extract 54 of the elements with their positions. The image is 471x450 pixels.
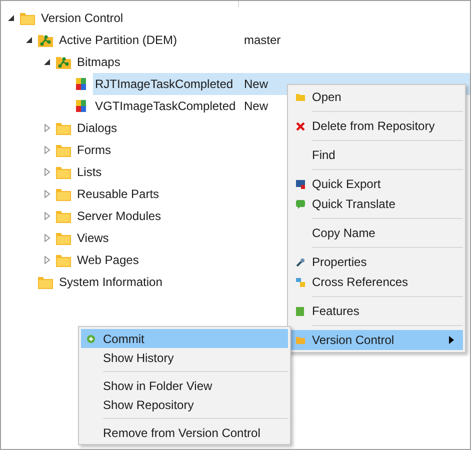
menu-item[interactable]: Cross References	[290, 272, 463, 292]
tree-item[interactable]: VGTImageTaskCompleted	[95, 99, 244, 113]
menu-item[interactable]: Quick Export	[290, 174, 463, 194]
tree-item[interactable]: Forms	[77, 143, 244, 157]
folder-icon	[55, 208, 72, 224]
folder-icon	[19, 10, 36, 26]
expander-icon[interactable]	[7, 14, 15, 22]
menu-item[interactable]: Delete from Repository	[290, 116, 463, 136]
speech-bubble-icon	[296, 200, 304, 208]
menu-item[interactable]: Commit	[81, 329, 288, 348]
tree-item[interactable]: System Information	[59, 275, 244, 289]
menu-item[interactable]: Show History	[81, 348, 288, 367]
monitor-icon	[296, 180, 304, 188]
folder-icon	[55, 54, 72, 70]
folder-icon	[55, 186, 72, 202]
tree-item[interactable]: Dialogs	[77, 121, 244, 135]
tree-item[interactable]: Server Modules	[77, 209, 244, 223]
menu-item[interactable]: Copy Name	[290, 223, 463, 243]
submenu-arrow-icon	[449, 336, 454, 344]
wrench-icon	[296, 258, 304, 266]
folder-icon	[55, 164, 72, 180]
status-cell-text: New	[244, 99, 270, 113]
expander-icon[interactable]	[25, 36, 33, 44]
tree-item[interactable]: RJTImageTaskCompleted	[95, 77, 244, 91]
folder-icon	[296, 93, 304, 101]
tree-item[interactable]: Web Pages	[77, 253, 244, 267]
references-icon	[296, 278, 304, 286]
folder-icon	[55, 230, 72, 246]
menu-item[interactable]: Find	[290, 145, 463, 165]
menu-item[interactable]: Quick Translate	[290, 194, 463, 214]
folder-icon	[37, 32, 54, 48]
folder-icon	[37, 274, 54, 290]
menu-item[interactable]: Version Control	[290, 330, 463, 350]
expander-icon[interactable]	[43, 58, 51, 66]
status-cell-text: New	[244, 77, 270, 91]
delete-icon	[296, 122, 304, 130]
tree-item[interactable]: Active Partition (DEM)	[59, 33, 244, 47]
menu-item[interactable]: Remove from Version Control	[81, 423, 288, 442]
menu-item[interactable]: Show Repository	[81, 395, 288, 414]
menu-item[interactable]: Show in Folder View	[81, 376, 288, 395]
folder-icon	[55, 120, 72, 136]
tree-item[interactable]: Version Control	[41, 11, 244, 25]
tree-item[interactable]: Reusable Parts	[77, 187, 244, 201]
tree-item[interactable]: Bitmaps	[77, 55, 244, 69]
folder-icon	[55, 252, 72, 268]
folder-icon	[296, 336, 304, 344]
status-cell-text: master	[244, 33, 282, 47]
plus-icon	[87, 334, 95, 342]
tree-item[interactable]: Lists	[77, 165, 244, 179]
features-icon	[296, 306, 304, 316]
menu-item[interactable]: Features	[290, 301, 463, 321]
tree-item[interactable]: Views	[77, 231, 244, 245]
menu-item[interactable]: Properties	[290, 252, 463, 272]
folder-icon	[55, 142, 72, 158]
